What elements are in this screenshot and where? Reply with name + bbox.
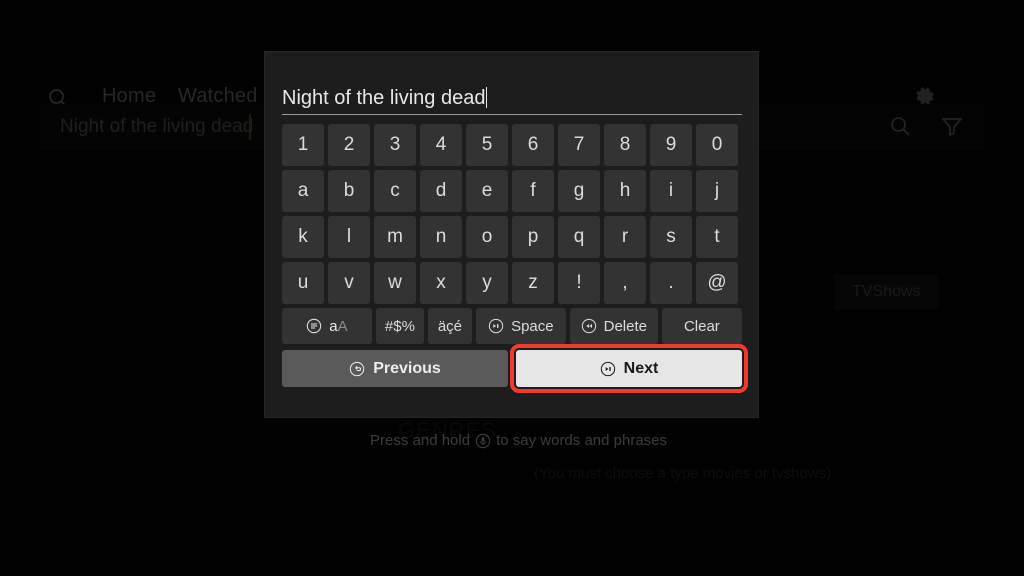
key[interactable]: d	[420, 170, 462, 212]
key[interactable]: v	[328, 262, 370, 304]
keyboard-input-value: Night of the living dead	[282, 87, 486, 109]
key[interactable]: 5	[466, 124, 508, 166]
key[interactable]: j	[696, 170, 738, 212]
keyboard-nav-row: Previous Next	[282, 344, 748, 393]
circled-back-arrow-icon	[349, 361, 365, 377]
key[interactable]: ,	[604, 262, 646, 304]
search-icon[interactable]	[888, 114, 912, 138]
space-label: Space	[511, 317, 554, 335]
circled-fast-forward-icon	[488, 318, 504, 334]
key[interactable]: x	[420, 262, 462, 304]
key[interactable]: e	[466, 170, 508, 212]
key[interactable]: n	[420, 216, 462, 258]
key[interactable]: b	[328, 170, 370, 212]
delete-label: Delete	[603, 317, 647, 335]
accents-button[interactable]: äçé	[427, 308, 472, 344]
voice-hint: Press and hold to say words and phrases	[370, 432, 667, 449]
text-caret	[486, 87, 488, 108]
key[interactable]: 8	[604, 124, 646, 166]
key[interactable]: s	[650, 216, 692, 258]
key[interactable]: t	[696, 216, 738, 258]
clear-button[interactable]: Clear	[661, 308, 742, 344]
key[interactable]: a	[282, 170, 324, 212]
key[interactable]: u	[282, 262, 324, 304]
key[interactable]: z	[512, 262, 554, 304]
key[interactable]: 4	[420, 124, 462, 166]
keyboard-row-numbers: 1 2 3 4 5 6 7 8 9 0	[282, 124, 742, 166]
key[interactable]: f	[512, 170, 554, 212]
previous-button[interactable]: Previous	[282, 350, 508, 387]
search-caret	[249, 114, 251, 140]
keyboard-input[interactable]: Night of the living dead	[282, 84, 742, 112]
circled-rewind-icon	[581, 318, 597, 334]
key[interactable]: h	[604, 170, 646, 212]
key[interactable]: g	[558, 170, 600, 212]
key[interactable]: i	[650, 170, 692, 212]
key[interactable]: l	[328, 216, 370, 258]
previous-label: Previous	[373, 359, 441, 377]
next-label: Next	[623, 359, 659, 377]
delete-button[interactable]: Delete	[569, 308, 658, 344]
filter-funnel-icon[interactable]	[940, 114, 964, 138]
keyboard-row-letters-3: u v w x y z ! , . @	[282, 262, 742, 304]
key[interactable]: c	[374, 170, 416, 212]
key[interactable]: 9	[650, 124, 692, 166]
case-lower-label: a	[329, 317, 338, 335]
key[interactable]: w	[374, 262, 416, 304]
symbols-button[interactable]: #$%	[375, 308, 424, 344]
keyboard-row-letters-1: a b c d e f g h i j	[282, 170, 742, 212]
key[interactable]: m	[374, 216, 416, 258]
key[interactable]: @	[696, 262, 738, 304]
key[interactable]: 3	[374, 124, 416, 166]
search-input[interactable]: Night of the living dead	[60, 116, 253, 138]
space-button[interactable]: Space	[475, 308, 566, 344]
keyboard-input-wrap[interactable]: Night of the living dead	[282, 84, 742, 115]
key[interactable]: r	[604, 216, 646, 258]
key[interactable]: q	[558, 216, 600, 258]
key[interactable]: o	[466, 216, 508, 258]
key[interactable]: 2	[328, 124, 370, 166]
microphone-icon	[475, 433, 491, 449]
voice-hint-after: to say words and phrases	[496, 432, 668, 449]
toggle-case-button[interactable]: aA	[282, 308, 372, 344]
key[interactable]: !	[558, 262, 600, 304]
keyboard-function-row: aA #$% äçé Space Delete Clear	[282, 308, 742, 344]
keyboard-rows: 1 2 3 4 5 6 7 8 9 0 a b c d e f g h i j …	[282, 124, 748, 393]
key[interactable]: 1	[282, 124, 324, 166]
key[interactable]: k	[282, 216, 324, 258]
keyboard-row-letters-2: k l m n o p q r s t	[282, 216, 742, 258]
circled-menu-icon	[306, 318, 322, 334]
key[interactable]: .	[650, 262, 692, 304]
key[interactable]: 0	[696, 124, 738, 166]
case-upper-label: A	[337, 317, 348, 335]
circled-play-icon	[600, 361, 616, 377]
next-button[interactable]: Next	[510, 344, 748, 393]
voice-hint-before: Press and hold	[370, 432, 471, 449]
keyboard-input-underline	[282, 114, 742, 115]
key[interactable]: 7	[558, 124, 600, 166]
key[interactable]: 6	[512, 124, 554, 166]
chip-tvshows[interactable]: TVShows	[834, 274, 939, 310]
type-hint: (You must choose a type movies or tvshow…	[534, 465, 832, 482]
onscreen-keyboard-dialog: Night of the living dead 1 2 3 4 5 6 7 8…	[265, 52, 758, 417]
key[interactable]: y	[466, 262, 508, 304]
key[interactable]: p	[512, 216, 554, 258]
